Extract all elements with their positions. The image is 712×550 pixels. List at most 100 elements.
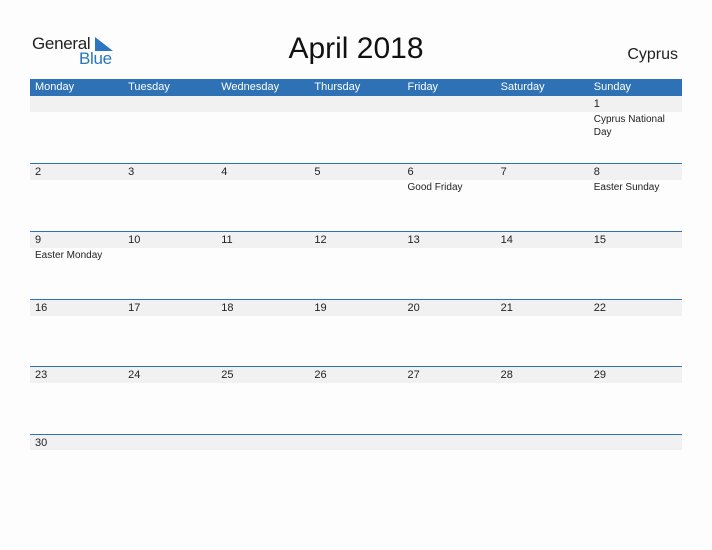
day-cell: 4 — [216, 164, 310, 231]
weekday-label: Sunday — [593, 81, 632, 93]
day-cell: 21 — [495, 299, 589, 367]
day-number: 11 — [221, 233, 233, 246]
date-strip — [30, 96, 124, 112]
day-cell: 8 Easter Sunday — [588, 164, 682, 231]
day-number: 21 — [500, 301, 513, 314]
day-cell: 2 — [30, 164, 124, 231]
day-number: 8 — [593, 166, 600, 178]
day-cell: 3 — [123, 164, 217, 231]
date-strip — [495, 435, 589, 451]
day-cell — [309, 96, 403, 163]
day-number: 23 — [35, 369, 48, 382]
day-cell — [402, 435, 496, 502]
day-number: 17 — [128, 301, 141, 314]
date-strip — [216, 164, 310, 180]
date-strip — [123, 96, 217, 112]
day-cell: 25 — [216, 367, 310, 434]
day-cell: 5 — [309, 164, 403, 231]
day-cell: 29 — [588, 367, 682, 434]
day-cell: 13 — [402, 231, 496, 299]
day-cell: 24 — [123, 367, 217, 434]
day-cell — [123, 435, 217, 502]
day-cell — [123, 96, 217, 163]
weekday-label: Monday — [35, 81, 75, 93]
day-cell — [216, 96, 310, 163]
day-cell: 19 — [309, 299, 403, 367]
day-number: 9 — [35, 233, 42, 246]
weekday-label: Tuesday — [128, 81, 170, 93]
day-number: 13 — [407, 233, 420, 246]
day-cell: 18 — [216, 299, 310, 367]
week-row: 2 3 4 5 6 Good Friday 7 8 Easter Sunday — [30, 163, 682, 231]
day-cell: 10 — [123, 231, 217, 299]
day-number: 25 — [221, 369, 234, 382]
week-row: 16 17 18 19 20 21 22 — [30, 298, 682, 367]
week-row: 23 24 25 26 27 28 29 — [30, 366, 682, 434]
day-number: 18 — [221, 301, 234, 314]
day-number: 24 — [128, 369, 141, 382]
day-number: 7 — [500, 166, 507, 178]
day-cell: 9 Easter Monday — [30, 231, 124, 299]
day-cell: 15 — [588, 231, 682, 299]
day-cell — [402, 96, 496, 163]
date-strip — [123, 435, 217, 451]
weekday-label: Thursday — [314, 81, 361, 93]
weekday-label: Saturday — [500, 81, 545, 93]
date-strip — [216, 435, 310, 451]
date-strip — [588, 435, 682, 451]
day-cell — [495, 96, 589, 163]
day-number: 16 — [35, 301, 48, 314]
day-cell: 20 — [402, 299, 496, 367]
date-strip — [402, 435, 496, 451]
day-cell: 27 — [402, 367, 496, 434]
day-number: 26 — [314, 369, 327, 382]
calendar-grid: Monday Tuesday Wednesday Thursday Friday… — [30, 79, 682, 502]
weeks-container: 1 Cyprus National Day 2 3 4 5 6 Good Friday 7 8 Ea… — [30, 96, 682, 502]
date-strip — [309, 435, 403, 451]
day-cell: 26 — [309, 367, 403, 434]
day-number: 15 — [593, 233, 606, 246]
weekday-label: Wednesday — [221, 81, 280, 93]
day-cell: 16 — [30, 299, 124, 367]
day-cell: 1 Cyprus National Day — [588, 96, 682, 163]
holiday-label: Easter Monday — [35, 249, 103, 261]
date-strip — [309, 96, 403, 112]
country-label: Cyprus — [627, 46, 678, 63]
day-cell — [30, 96, 124, 163]
date-strip — [588, 96, 682, 112]
day-cell: 22 — [588, 299, 682, 367]
weekday-label: Friday — [407, 81, 439, 93]
weekday-header: Monday Tuesday Wednesday Thursday Friday… — [30, 79, 682, 96]
week-row: 30 — [30, 434, 682, 502]
day-cell: 14 — [495, 231, 589, 299]
day-number: 10 — [128, 233, 141, 246]
day-number: 2 — [35, 166, 42, 178]
day-cell: 23 — [30, 367, 124, 434]
day-number: 27 — [407, 369, 420, 382]
date-strip — [588, 164, 682, 180]
week-row: 1 Cyprus National Day — [30, 96, 682, 163]
day-cell — [588, 435, 682, 502]
day-cell: 6 Good Friday — [402, 164, 496, 231]
day-number: 6 — [407, 166, 414, 178]
day-number: 5 — [314, 166, 321, 178]
day-cell — [216, 435, 310, 502]
date-strip — [495, 164, 589, 180]
date-strip — [402, 96, 496, 112]
day-number: 1 — [593, 98, 600, 110]
day-cell: 12 — [309, 231, 403, 299]
day-number: 4 — [221, 166, 228, 178]
day-cell — [309, 435, 403, 502]
day-number: 30 — [35, 437, 48, 450]
date-strip — [495, 96, 589, 112]
day-number: 28 — [500, 369, 513, 382]
date-strip — [309, 164, 403, 180]
day-number: 20 — [407, 301, 420, 314]
day-number: 22 — [593, 301, 606, 314]
day-number: 12 — [314, 233, 327, 246]
day-cell — [495, 435, 589, 502]
day-cell: 17 — [123, 299, 217, 367]
date-strip — [402, 164, 496, 180]
date-strip — [216, 96, 310, 112]
date-strip — [123, 164, 217, 180]
